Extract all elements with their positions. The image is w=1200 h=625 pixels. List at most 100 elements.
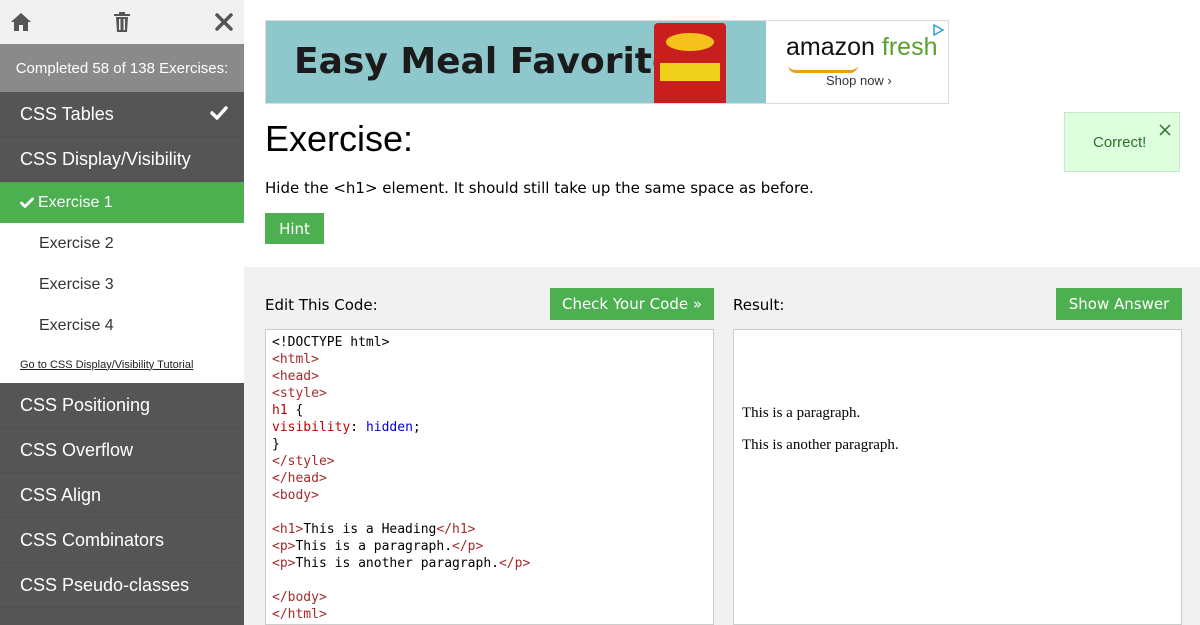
sidebar-subitem-label: Exercise 3: [39, 275, 114, 293]
show-answer-button[interactable]: Show Answer: [1056, 288, 1182, 320]
page-title: Exercise:: [265, 118, 414, 159]
sidebar-subitem-label: Exercise 4: [39, 316, 114, 334]
code-line: visibility: hidden;: [272, 419, 707, 436]
close-icon[interactable]: [1159, 123, 1171, 140]
code-token: }: [272, 437, 280, 452]
code-token: </style>: [272, 454, 335, 469]
sidebar-item-label: CSS Combinators: [20, 529, 165, 550]
brand-word-1: amazon: [786, 33, 875, 61]
trash-icon[interactable]: [110, 10, 134, 34]
sidebar-subitem-label: Exercise 2: [39, 234, 114, 252]
code-token: <head>: [272, 369, 319, 384]
sidebar-subitem-label: Exercise 1: [38, 193, 113, 211]
code-token: This is a paragraph.: [295, 539, 453, 554]
code-token: <p>: [272, 556, 296, 571]
code-token: <h1>: [272, 522, 304, 537]
result-paragraph: This is a paragraph.: [742, 405, 861, 421]
code-token: This is another paragraph.: [295, 556, 499, 571]
sidebar-item-css-overflow[interactable]: CSS Overflow: [0, 428, 244, 473]
progress-text: Completed 58 of 138 Exercises:: [0, 44, 244, 92]
ad-brand-logo: amazon fresh: [786, 33, 938, 62]
code-line: </body>: [272, 589, 707, 606]
result-paragraph: This is another paragraph.: [742, 437, 899, 453]
code-token: h1: [272, 403, 288, 418]
code-token: <body>: [272, 488, 319, 503]
sidebar-item-label: CSS Positioning: [20, 394, 151, 415]
code-line: <p>This is another paragraph.</p>: [272, 555, 707, 572]
sidebar-item-css-tables[interactable]: CSS Tables: [0, 92, 244, 137]
code-line: </head>: [272, 470, 707, 487]
code-line: <p>This is a paragraph.</p>: [272, 538, 707, 555]
ad-cta[interactable]: Shop now ›: [826, 73, 892, 88]
check-icon: [210, 105, 228, 126]
result-frame: This is a paragraph. This is another par…: [733, 329, 1182, 625]
result-label: Result:: [733, 296, 785, 314]
editor-label: Edit This Code:: [265, 296, 378, 314]
code-token: </html>: [272, 607, 327, 622]
code-token: <p>: [272, 539, 296, 554]
brand-word-2: fresh: [881, 33, 938, 61]
code-line: <h1>This is a Heading</h1>: [272, 521, 707, 538]
hint-button[interactable]: Hint: [265, 213, 324, 244]
sidebar-subitem-exercise-1[interactable]: Exercise 1: [0, 182, 244, 223]
main-content: Easy Meal Favorites amazon fresh Shop no…: [244, 0, 1200, 625]
code-token: visibility: [272, 420, 351, 435]
sidebar-item-css-display-visibility[interactable]: CSS Display/Visibility: [0, 137, 244, 182]
code-line: <body>: [272, 487, 707, 504]
smile-logo-icon: [788, 65, 858, 73]
sidebar: Completed 58 of 138 Exercises: CSS Table…: [0, 0, 244, 625]
sidebar-toolbar: [0, 0, 244, 44]
code-token: </body>: [272, 590, 327, 605]
ad-headline: Easy Meal Favorites: [294, 41, 698, 82]
ad-choices-icon[interactable]: [932, 23, 945, 41]
code-line: </html>: [272, 606, 707, 623]
sidebar-item-label: CSS Align: [20, 484, 102, 505]
code-token: </head>: [272, 471, 327, 486]
code-token: </p>: [498, 556, 531, 571]
sidebar-subitem-exercise-2[interactable]: Exercise 2: [0, 223, 244, 264]
code-line: <!DOCTYPE html>: [272, 334, 707, 351]
sidebar-item-css-pseudo-classes[interactable]: CSS Pseudo-classes: [0, 563, 244, 608]
package-band-shape: [660, 63, 720, 81]
check-icon: [20, 197, 34, 208]
code-token: This is a Heading: [303, 522, 437, 537]
sidebar-item-css-combinators[interactable]: CSS Combinators: [0, 518, 244, 563]
ad-brand-area: amazon fresh Shop now ›: [766, 21, 948, 103]
code-line: <head>: [272, 368, 707, 385]
brand-logo-shape: [666, 33, 714, 51]
sidebar-subitem-exercise-3[interactable]: Exercise 3: [0, 264, 244, 305]
code-token: :: [350, 420, 366, 435]
code-token: <style>: [272, 386, 327, 401]
close-icon[interactable]: [212, 10, 236, 34]
code-line: <style>: [272, 385, 707, 402]
code-line: <html>: [272, 351, 707, 368]
tutorial-link[interactable]: Go to CSS Display/Visibility Tutorial: [0, 346, 244, 383]
sidebar-item-label: CSS Tables: [20, 103, 114, 124]
code-token: {: [287, 403, 304, 418]
home-icon[interactable]: [9, 10, 33, 34]
product-package-image: [654, 23, 726, 103]
exercise-instruction: Hide the <h1> element. It should still t…: [265, 179, 814, 197]
code-line: </style>: [272, 453, 707, 470]
ad-banner[interactable]: Easy Meal Favorites amazon fresh Shop no…: [265, 20, 949, 104]
code-token: hidden: [365, 420, 413, 435]
code-editor[interactable]: <!DOCTYPE html> <html> <head> <style> h1 {vi…: [265, 329, 714, 625]
sidebar-item-css-align[interactable]: CSS Align: [0, 473, 244, 518]
sidebar-subitem-exercise-4[interactable]: Exercise 4: [0, 305, 244, 346]
code-line: }: [272, 436, 707, 453]
sidebar-item-label: CSS Overflow: [20, 439, 134, 460]
code-line: h1 {: [272, 402, 707, 419]
code-token: <html>: [272, 352, 319, 367]
code-token: ;: [412, 420, 421, 435]
ad-image: Easy Meal Favorites: [266, 21, 766, 103]
check-code-button[interactable]: Check Your Code »: [550, 288, 714, 320]
code-token: </h1>: [436, 522, 476, 537]
feedback-text: Correct!: [1093, 133, 1147, 151]
submenu: Exercise 1 Exercise 2 Exercise 3 Exercis…: [0, 182, 244, 383]
code-token: <!DOCTYPE html>: [272, 335, 390, 350]
sidebar-item-css-positioning[interactable]: CSS Positioning: [0, 383, 244, 428]
feedback-alert: Correct!: [1064, 112, 1180, 172]
sidebar-item-label: CSS Display/Visibility: [20, 148, 191, 169]
